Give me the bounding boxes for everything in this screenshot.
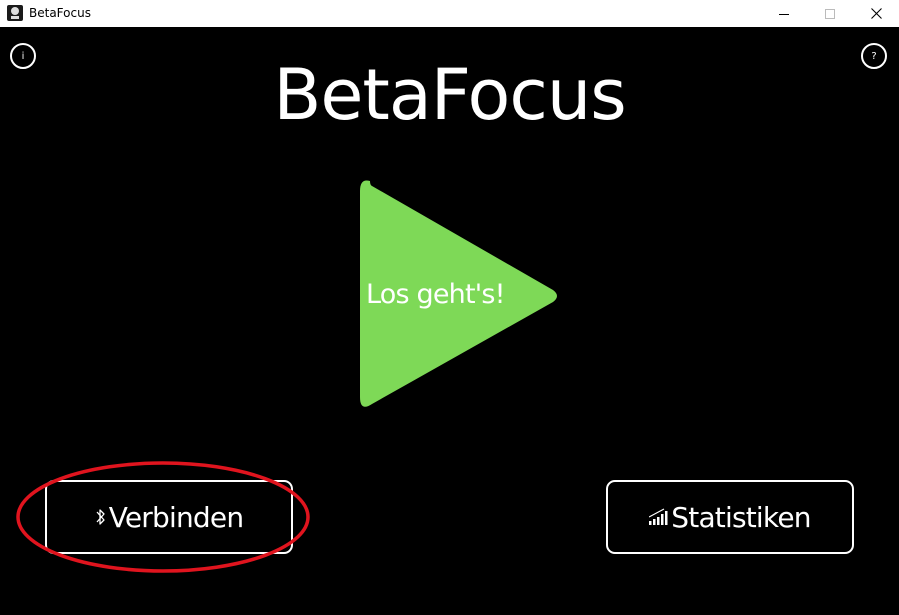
window-title: BetaFocus	[29, 6, 91, 20]
app-heading: BetaFocus	[273, 54, 626, 136]
close-icon	[870, 8, 882, 19]
bluetooth-icon	[95, 507, 107, 527]
maximize-button[interactable]	[807, 0, 853, 27]
close-button[interactable]	[853, 0, 899, 27]
statistics-button[interactable]: Statistiken	[606, 480, 854, 554]
start-label: Los geht's!	[366, 279, 506, 310]
statistics-label: Statistiken	[671, 500, 811, 534]
connect-label: Verbinden	[108, 500, 244, 534]
maximize-icon	[825, 8, 835, 19]
title-bar: BetaFocus	[0, 0, 899, 27]
minimize-button[interactable]	[761, 0, 807, 27]
signal-bars-icon	[649, 508, 669, 526]
connect-button[interactable]: Verbinden	[45, 480, 293, 554]
minimize-icon	[779, 13, 789, 15]
start-button[interactable]: Los geht's!	[358, 179, 563, 411]
app-window: BetaFocus i ? BetaFocus Los geht's! Verb…	[0, 0, 899, 615]
app-logo-icon	[7, 5, 23, 21]
